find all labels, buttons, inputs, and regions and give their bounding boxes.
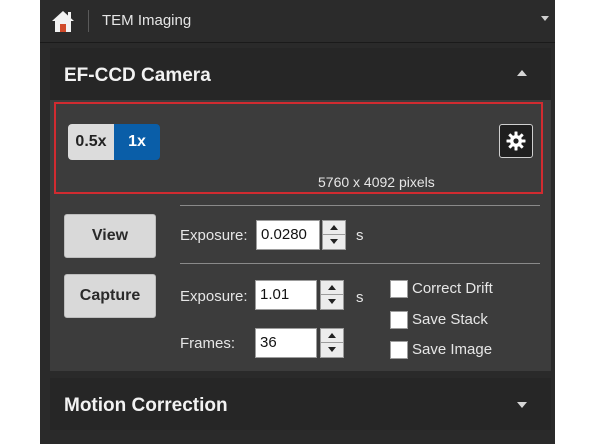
camera-panel: EF-CCD Camera 0.5x 1x 5760 x 4092 pixels… (50, 48, 551, 371)
zoom-0-5x-button[interactable]: 0.5x (68, 124, 114, 160)
capture-exposure-stepper[interactable] (320, 280, 344, 310)
decrement-button[interactable] (323, 235, 345, 249)
camera-panel-header[interactable]: EF-CCD Camera (50, 48, 551, 100)
motion-correction-title: Motion Correction (64, 395, 228, 416)
save-image-checkbox[interactable] (390, 341, 408, 359)
decrement-button[interactable] (321, 295, 343, 309)
increment-button[interactable] (321, 329, 343, 343)
frames-stepper[interactable] (320, 328, 344, 358)
camera-app: TEM Imaging EF-CCD Camera 0.5x 1x 5760 x… (40, 0, 555, 444)
increment-button[interactable] (323, 221, 345, 235)
capture-exposure-input[interactable]: 1.01 (255, 280, 317, 310)
arrow-up-icon (328, 285, 336, 290)
panel-title: EF-CCD Camera (64, 65, 211, 86)
save-stack-label[interactable]: Save Stack (412, 311, 488, 328)
zoom-1x-button[interactable]: 1x (114, 124, 160, 160)
home-icon[interactable] (50, 8, 76, 34)
capture-exposure-label: Exposure: (180, 288, 248, 305)
divider-middle (180, 263, 540, 264)
arrow-up-icon (330, 225, 338, 230)
resolution-text: 5760 x 4092 pixels (318, 174, 435, 190)
arrow-up-icon (328, 333, 336, 338)
increment-button[interactable] (321, 281, 343, 295)
dropdown-caret-icon[interactable] (541, 16, 549, 21)
decrement-button[interactable] (321, 343, 343, 357)
frames-input[interactable]: 36 (255, 328, 317, 358)
view-exposure-stepper[interactable] (322, 220, 346, 250)
view-exposure-label: Exposure: (180, 227, 248, 244)
settings-button[interactable] (499, 124, 533, 158)
binning-section: 0.5x 1x 5760 x 4092 pixels (54, 102, 543, 194)
arrow-down-icon (328, 347, 336, 352)
workspace-title[interactable]: TEM Imaging (102, 12, 191, 29)
view-exposure-unit: s (356, 227, 364, 244)
bottom-strip (40, 430, 555, 444)
collapse-icon[interactable] (517, 70, 527, 76)
top-separator (88, 10, 89, 32)
divider-top (180, 205, 540, 206)
capture-exposure-unit: s (356, 289, 364, 306)
expand-icon[interactable] (517, 402, 527, 408)
arrow-down-icon (328, 299, 336, 304)
frames-label: Frames: (180, 335, 236, 352)
motion-correction-header[interactable]: Motion Correction (50, 378, 551, 430)
capture-button[interactable]: Capture (64, 274, 156, 318)
save-stack-checkbox[interactable] (390, 311, 408, 329)
gear-icon (506, 131, 526, 151)
zoom-toggle: 0.5x 1x (68, 124, 160, 160)
save-image-label[interactable]: Save Image (412, 341, 492, 358)
view-button[interactable]: View (64, 214, 156, 258)
top-bar: TEM Imaging (40, 0, 555, 43)
view-exposure-input[interactable]: 0.0280 (256, 220, 320, 250)
correct-drift-label[interactable]: Correct Drift (412, 280, 493, 297)
arrow-down-icon (330, 239, 338, 244)
correct-drift-checkbox[interactable] (390, 280, 408, 298)
